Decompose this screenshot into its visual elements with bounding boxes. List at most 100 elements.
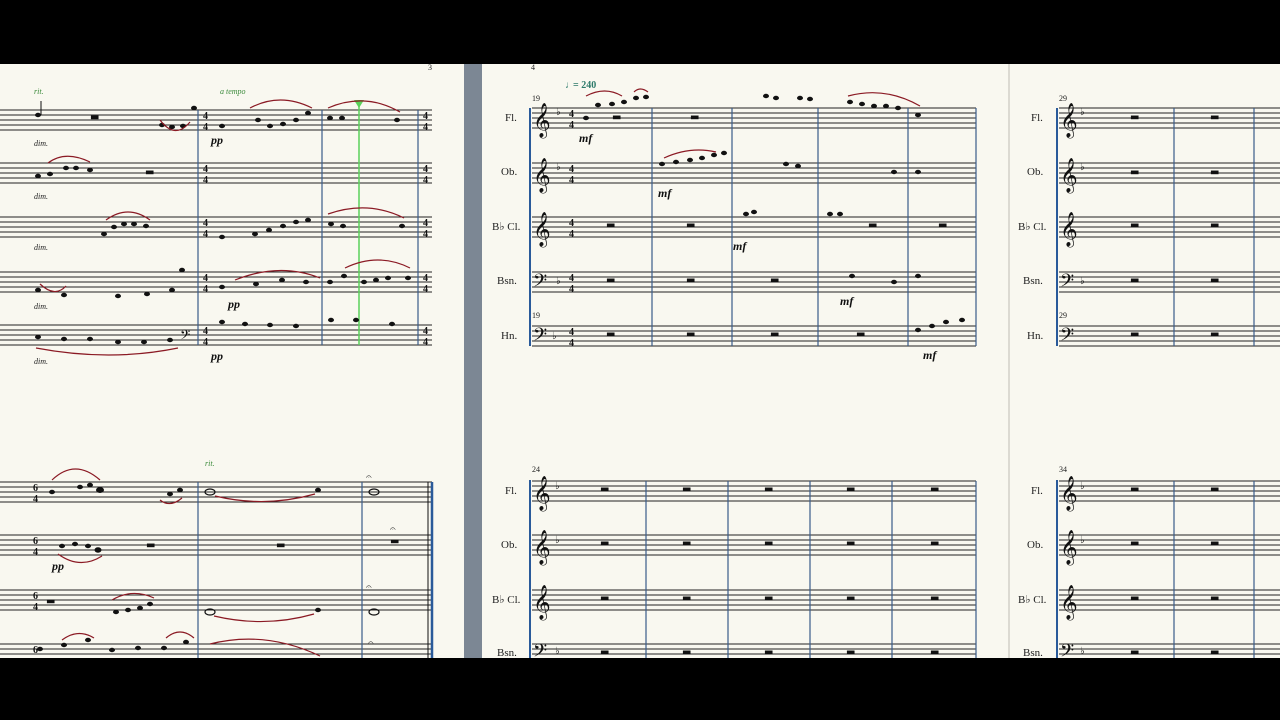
svg-text:4: 4	[569, 164, 574, 175]
instrument-label-oboe-lower[interactable]: Ob.	[501, 539, 517, 551]
svg-text:▬: ▬	[930, 593, 939, 604]
svg-text:𝄐: 𝄐	[390, 524, 396, 535]
svg-text:▬: ▬	[1130, 647, 1139, 658]
svg-text:𝄢: 𝄢	[1060, 325, 1074, 350]
svg-text:𝄞: 𝄞	[1060, 103, 1078, 139]
svg-text:▬: ▬	[390, 536, 399, 547]
svg-text:▬: ▬	[682, 538, 691, 549]
svg-text:▬: ▬	[930, 647, 939, 658]
svg-text:𝄐: 𝄐	[366, 472, 372, 483]
svg-text:𝄞: 𝄞	[1060, 585, 1078, 621]
svg-text:4: 4	[423, 111, 428, 122]
svg-text:4: 4	[203, 326, 208, 337]
svg-text:4: 4	[33, 602, 38, 613]
svg-text:▬: ▬	[1130, 538, 1139, 549]
svg-text:𝄢: 𝄢	[180, 327, 190, 346]
svg-text:▬: ▬	[930, 538, 939, 549]
instrument-label-bassoon[interactable]: Bsn.	[497, 275, 517, 287]
right-instrument-clarinet[interactable]: B♭ Cl.	[1018, 221, 1047, 233]
right-instrument-oboe[interactable]: Ob.	[1027, 166, 1043, 178]
instrument-label-clarinet-lower[interactable]: B♭ Cl.	[492, 594, 521, 606]
svg-text:4: 4	[423, 229, 428, 240]
svg-text:𝄞: 𝄞	[1060, 476, 1078, 512]
svg-text:𝄞: 𝄞	[1060, 158, 1078, 194]
svg-text:𝄞: 𝄞	[533, 103, 551, 139]
page-number-3: 3	[428, 63, 432, 72]
svg-text:♭: ♭	[555, 646, 560, 657]
right-instrument-flute[interactable]: Fl.	[1031, 112, 1043, 124]
dynamic-dim-3: dim.	[34, 243, 48, 252]
svg-text:𝄞: 𝄞	[533, 476, 551, 512]
svg-text:▬: ▬	[846, 647, 855, 658]
svg-text:4: 4	[569, 327, 574, 338]
svg-text:▬: ▬	[606, 275, 615, 286]
svg-text:4: 4	[423, 122, 428, 133]
svg-text:▬: ▬	[600, 484, 609, 495]
letterbox-top	[0, 0, 1280, 64]
svg-text:▬: ▬	[1130, 220, 1139, 231]
svg-text:▬: ▬	[612, 112, 621, 123]
dynamic-mf-clarinet: mf	[733, 239, 747, 253]
svg-text:▬: ▬	[764, 647, 773, 658]
instrument-label-bassoon-lower[interactable]: Bsn.	[497, 647, 517, 659]
dynamic-pp-lower: pp	[51, 559, 64, 573]
svg-text:▬: ▬	[682, 647, 691, 658]
svg-text:▬: ▬	[686, 329, 695, 340]
svg-text:▬: ▬	[1210, 647, 1219, 658]
instrument-label-horn[interactable]: Hn.	[501, 330, 517, 342]
svg-text:♭: ♭	[556, 162, 561, 173]
svg-text:𝄢: 𝄢	[533, 325, 547, 350]
dynamic-mf-flute: mf	[579, 131, 593, 145]
svg-text:6: 6	[33, 536, 38, 547]
svg-text:▬: ▬	[600, 593, 609, 604]
svg-text:4: 4	[203, 122, 208, 133]
right-instrument-bassoon[interactable]: Bsn.	[1023, 275, 1043, 287]
instrument-label-flute-lower[interactable]: Fl.	[505, 485, 517, 497]
right-instrument-horn[interactable]: Hn.	[1027, 330, 1043, 342]
svg-text:▬: ▬	[600, 647, 609, 658]
svg-text:𝄞: 𝄞	[533, 158, 551, 194]
dynamic-pp-3: pp	[210, 349, 223, 363]
right-instrument-clarinet-lower[interactable]: B♭ Cl.	[1018, 594, 1047, 606]
rit-marking: rit.	[34, 87, 44, 96]
svg-text:4: 4	[423, 284, 428, 295]
score-page-left	[0, 64, 464, 658]
svg-text:▬: ▬	[690, 112, 699, 123]
svg-text:♭: ♭	[552, 331, 557, 342]
page-divider	[464, 64, 482, 658]
dynamic-pp-1: pp	[210, 133, 223, 147]
svg-text:▬: ▬	[145, 167, 154, 178]
measure-number-29-horn: 29	[1059, 311, 1067, 320]
right-instrument-flute-lower[interactable]: Fl.	[1031, 485, 1043, 497]
svg-text:𝄞: 𝄞	[533, 212, 551, 248]
dynamic-mf-bassoon: mf	[840, 294, 854, 308]
instrument-label-oboe[interactable]: Ob.	[501, 166, 517, 178]
svg-text:4: 4	[203, 284, 208, 295]
measure-number-34: 34	[1059, 465, 1067, 474]
svg-text:▬: ▬	[600, 538, 609, 549]
svg-text:▬: ▬	[1130, 593, 1139, 604]
instrument-label-clarinet[interactable]: B♭ Cl.	[492, 221, 521, 233]
svg-text:▬: ▬	[846, 593, 855, 604]
tempo-marking: = 240	[573, 80, 596, 91]
dynamic-dim-1: dim.	[34, 139, 48, 148]
right-instrument-bassoon-lower[interactable]: Bsn.	[1023, 647, 1043, 659]
svg-text:▬: ▬	[856, 329, 865, 340]
svg-text:▬: ▬	[1130, 484, 1139, 495]
svg-text:▬: ▬	[938, 220, 947, 231]
svg-text:♭: ♭	[1080, 535, 1085, 546]
svg-text:♭: ♭	[1080, 107, 1085, 118]
score-viewport[interactable]: 3 4 44 44 44 44 44 44 44 44 44 44 rit. a…	[0, 0, 1280, 720]
svg-text:♭: ♭	[1080, 162, 1085, 173]
svg-text:▬: ▬	[686, 220, 695, 231]
svg-text:4: 4	[423, 337, 428, 348]
svg-text:▬: ▬	[1210, 220, 1219, 231]
svg-text:♭: ♭	[556, 107, 561, 118]
svg-text:4: 4	[203, 218, 208, 229]
right-instrument-oboe-lower[interactable]: Ob.	[1027, 539, 1043, 551]
svg-text:6: 6	[33, 591, 38, 602]
instrument-label-flute[interactable]: Fl.	[505, 112, 517, 124]
a-tempo-marking: a tempo	[220, 87, 246, 96]
svg-text:𝄢: 𝄢	[1060, 271, 1074, 296]
svg-text:▬: ▬	[770, 275, 779, 286]
